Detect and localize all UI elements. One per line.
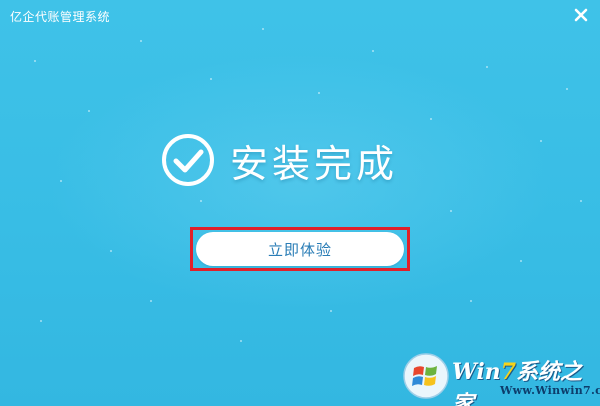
close-button[interactable] [570, 4, 592, 26]
check-circle-icon [162, 134, 214, 186]
install-complete-text: 安装完成 [230, 141, 399, 186]
installer-window: 亿企代账管理系统 安装完成 立即体验 Win7系统之家 Www.Winwin7.… [0, 0, 600, 406]
watermark-brand: Win7系统之家 [452, 359, 583, 406]
install-complete-row: 安装完成 [160, 132, 398, 188]
windows-logo-icon [403, 353, 449, 399]
start-experience-button[interactable]: 立即体验 [196, 232, 404, 266]
window-title: 亿企代账管理系统 [10, 10, 111, 24]
watermark-url: Www.Winwin7.com [500, 384, 600, 397]
watermark: Win7系统之家 Www.Winwin7.com [400, 348, 600, 406]
close-icon [574, 8, 588, 22]
